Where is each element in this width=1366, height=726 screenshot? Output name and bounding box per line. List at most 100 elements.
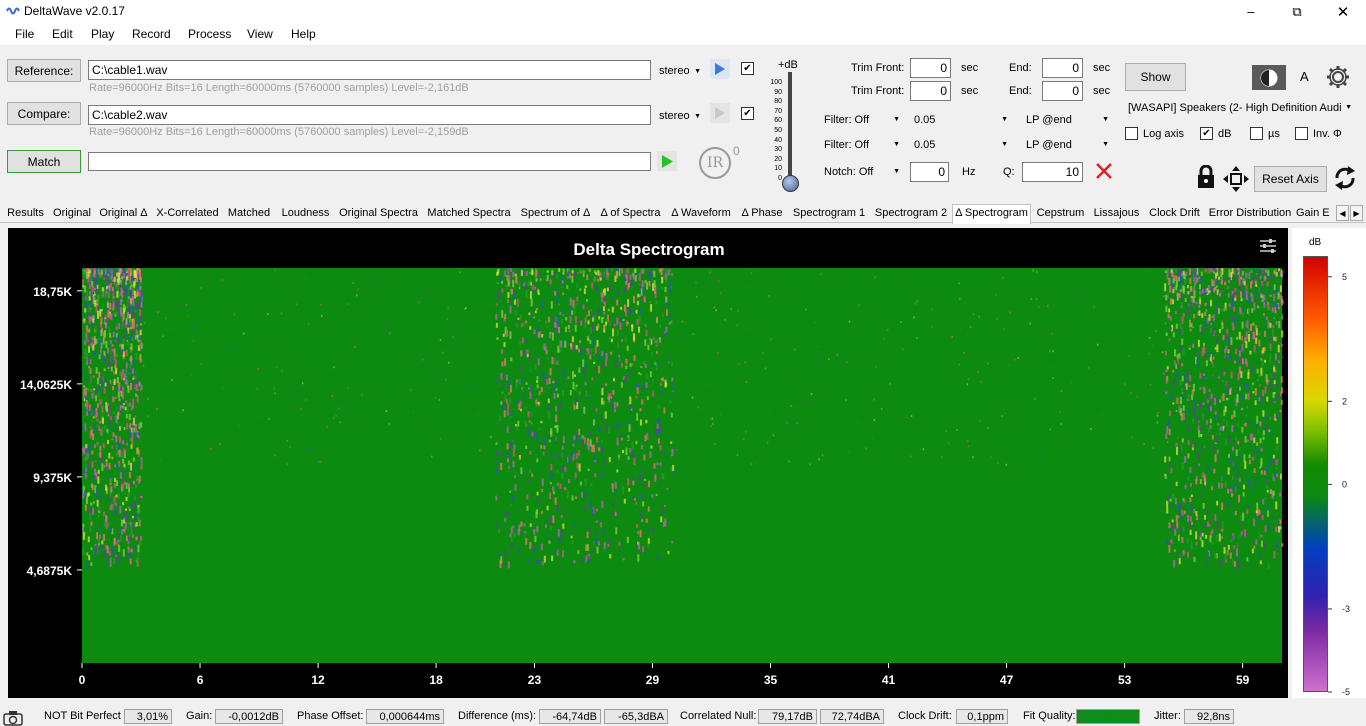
tab-scroll-left-icon[interactable]: ◀ — [1336, 205, 1349, 221]
filter1-select[interactable]: Filter: Off ▼ — [820, 111, 904, 128]
tab-cepstrum[interactable]: Cepstrum — [1034, 205, 1087, 223]
lp1-select[interactable]: LP @end ▼ — [1022, 111, 1113, 128]
trim-front-unit: sec — [961, 62, 979, 74]
tab-error-distribution[interactable]: Error Distribution — [1207, 205, 1293, 223]
trim-front-input[interactable]: 0 — [910, 58, 951, 78]
compare-path-input[interactable]: C:\cable2.wav — [88, 105, 651, 125]
compare-checkbox[interactable]: ✔ — [741, 107, 754, 120]
tab-delta-waveform[interactable]: Δ Waveform — [667, 205, 735, 223]
tab-matched[interactable]: Matched — [224, 205, 274, 223]
compare-mode-select[interactable]: stereo ▼ — [655, 108, 705, 124]
log-axis-checkbox[interactable] — [1125, 127, 1138, 140]
q-input[interactable]: 10 — [1022, 162, 1083, 182]
tab-strip: Results Original Original Δ X-Correlated… — [0, 204, 1366, 224]
db-checkbox[interactable]: ✔ — [1200, 127, 1213, 140]
a-weighting-label[interactable]: A — [1300, 69, 1309, 84]
gear-icon[interactable] — [1325, 64, 1351, 90]
tab-gain-error[interactable]: Gain E — [1296, 205, 1334, 223]
tab-original[interactable]: Original — [51, 205, 93, 223]
tab-delta-of-spectra[interactable]: Δ of Spectra — [597, 205, 664, 223]
refresh-icon[interactable] — [1333, 165, 1357, 191]
trim-front-label: Trim Front: — [851, 62, 905, 74]
tab-original-delta[interactable]: Original Δ — [97, 205, 150, 223]
match-button[interactable]: Match — [7, 150, 81, 173]
menu-file[interactable]: File — [15, 27, 34, 41]
compare-mode-value: stereo — [659, 110, 690, 122]
tab-spectrum-of-delta[interactable]: Spectrum of Δ — [517, 205, 594, 223]
db-slider-track[interactable] — [788, 72, 792, 184]
tab-spectrogram-1[interactable]: Spectrogram 1 — [789, 205, 869, 223]
gain-label: Gain: — [186, 710, 213, 722]
compare-info: Rate=96000Hz Bits=16 Length=60000ms (576… — [89, 126, 469, 138]
reference-path-input[interactable]: C:\cable1.wav — [88, 60, 651, 80]
tab-results[interactable]: Results — [4, 205, 47, 223]
tab-loudness[interactable]: Loudness — [277, 205, 334, 223]
play-reference-button[interactable] — [710, 59, 730, 79]
match-run-button[interactable] — [657, 151, 677, 171]
difference-db-value: -64,74dB — [539, 709, 601, 724]
vscale-tick: 10 — [774, 165, 782, 173]
tab-original-spectra[interactable]: Original Spectra — [337, 205, 420, 223]
filter2-select[interactable]: Filter: Off ▼ — [820, 136, 904, 153]
play-compare-button[interactable] — [710, 103, 730, 123]
menu-process[interactable]: Process — [188, 27, 231, 41]
lock-icon[interactable] — [1196, 165, 1216, 189]
spectrogram-plot[interactable]: Delta Spectrogram 0 6 12 18 23 29 35 41 47 53 59 18… — [8, 228, 1288, 698]
restore-icon[interactable]: ⧉ — [1274, 0, 1320, 23]
notch-hz-input[interactable]: 0 — [910, 162, 949, 182]
vscale-tick: 90 — [774, 88, 782, 96]
tab-clock-drift[interactable]: Clock Drift — [1145, 205, 1204, 223]
tab-delta-spectrogram[interactable]: Δ Spectrogram — [952, 204, 1031, 224]
us-checkbox[interactable] — [1250, 127, 1263, 140]
menu-play[interactable]: Play — [91, 27, 114, 41]
notch-select[interactable]: Notch: Off ▼ — [820, 163, 904, 180]
lp2-select[interactable]: LP @end ▼ — [1022, 136, 1113, 153]
reset-axis-button[interactable]: Reset Axis — [1254, 166, 1327, 192]
reference-checkbox[interactable]: ✔ — [741, 62, 754, 75]
vscale-tick: 70 — [774, 107, 782, 115]
correlated-null-db-value: 79,17dB — [758, 709, 817, 724]
trim-end-input-2[interactable]: 0 — [1042, 81, 1083, 101]
gain-value: -0,0012dB — [215, 709, 283, 724]
clear-filter-icon[interactable] — [1094, 161, 1114, 181]
x-tick-label: 29 — [646, 673, 660, 687]
phase-offset-label: Phase Offset: — [297, 710, 364, 722]
y-tick-label: 14,0625K — [20, 378, 72, 392]
vscale-tick: 0 — [778, 174, 782, 182]
menu-help[interactable]: Help — [291, 27, 316, 41]
show-button[interactable]: Show — [1125, 63, 1186, 91]
tab-spectrogram-2[interactable]: Spectrogram 2 — [872, 205, 950, 223]
app-icon — [6, 7, 20, 15]
menu-record[interactable]: Record — [132, 27, 171, 41]
tab-x-correlated[interactable]: X-Correlated — [154, 205, 221, 223]
ir-button[interactable]: IR — [699, 147, 731, 179]
x-tick-label: 23 — [528, 673, 542, 687]
correlated-null-dba-value: 72,74dBA — [820, 709, 884, 724]
trim-end-input[interactable]: 0 — [1042, 58, 1083, 78]
title-bar: DeltaWave v2.0.17 – ⧉ ✕ — [0, 0, 1366, 23]
pan-icon[interactable] — [1222, 165, 1250, 193]
db-slider-thumb[interactable] — [782, 175, 799, 192]
menu-edit[interactable]: Edit — [52, 27, 73, 41]
filter1-freq-select[interactable]: 0.05 ▼ — [910, 111, 1012, 128]
minimize-icon[interactable]: – — [1228, 0, 1274, 23]
filter2-freq-select[interactable]: 0.05 ▼ — [910, 136, 1012, 153]
trim-end-label-2: End: — [1009, 85, 1032, 97]
trim-front-input-2[interactable]: 0 — [910, 81, 951, 101]
play-icon — [715, 107, 725, 119]
compare-button[interactable]: Compare: — [7, 102, 81, 125]
fit-quality-label: Fit Quality: — [1023, 710, 1076, 722]
tab-matched-spectra[interactable]: Matched Spectra — [424, 205, 514, 223]
tab-delta-phase[interactable]: Δ Phase — [738, 205, 786, 223]
theme-toggle-button[interactable] — [1252, 65, 1286, 90]
reference-button[interactable]: Reference: — [7, 59, 81, 82]
close-icon[interactable]: ✕ — [1320, 0, 1366, 23]
q-label: Q: — [1003, 166, 1015, 178]
reference-mode-select[interactable]: stereo ▼ — [655, 63, 705, 79]
device-select[interactable]: [WASAPI] Speakers (2- High Definition Au… — [1124, 99, 1356, 116]
tab-scroll-right-icon[interactable]: ▶ — [1350, 205, 1363, 221]
colorbar-tick-label: -3 — [1342, 604, 1350, 614]
tab-lissajous[interactable]: Lissajous — [1090, 205, 1143, 223]
inv-phase-checkbox[interactable] — [1295, 127, 1308, 140]
menu-view[interactable]: View — [247, 27, 273, 41]
